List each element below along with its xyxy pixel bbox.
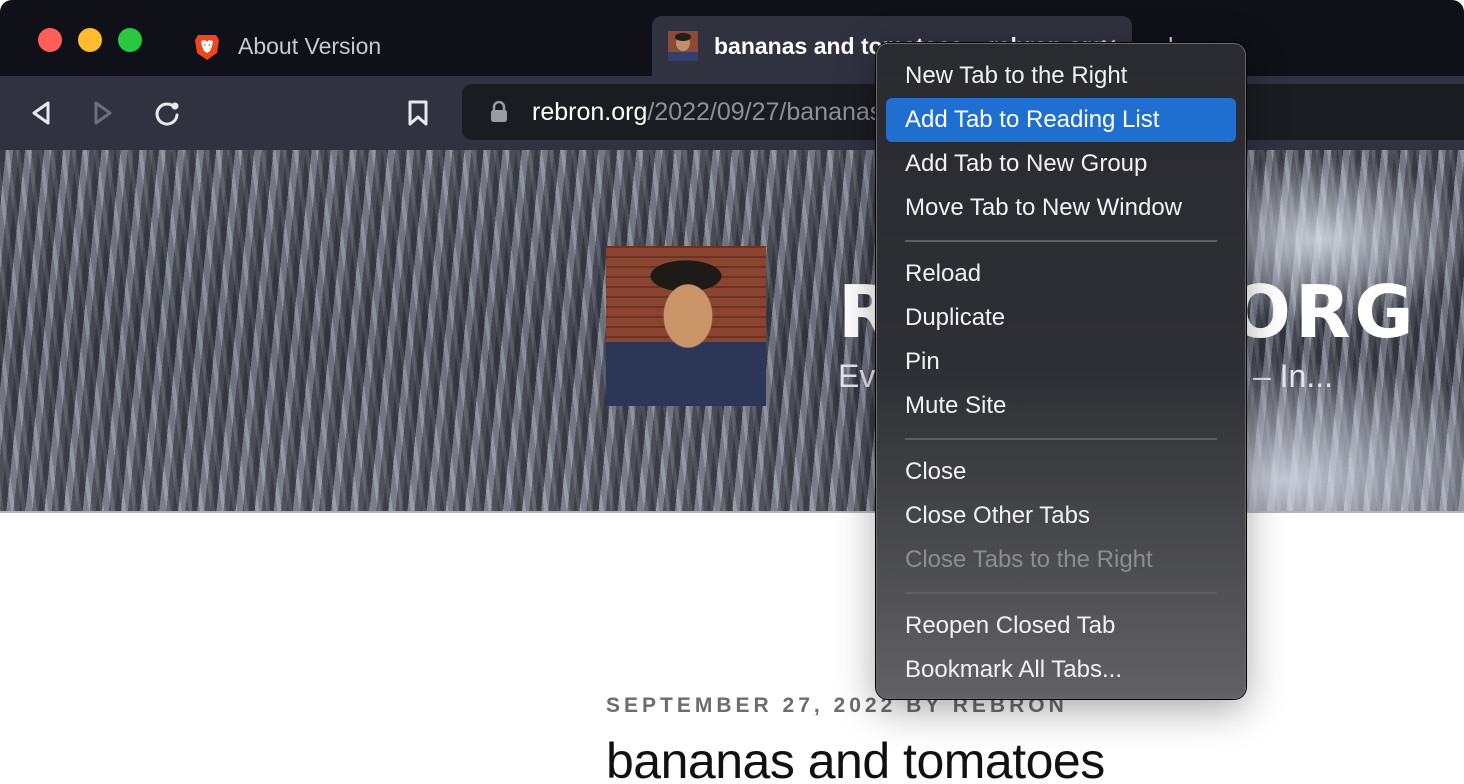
window-close-button[interactable] <box>38 28 62 52</box>
lock-icon[interactable] <box>490 101 508 123</box>
menu-item-add-tab-to-new-group[interactable]: Add Tab to New Group <box>886 142 1236 186</box>
menu-item-bookmark-all-tabs[interactable]: Bookmark All Tabs... <box>886 648 1236 692</box>
tab-title: About Version <box>238 32 382 59</box>
menu-item-mute-site[interactable]: Mute Site <box>886 384 1236 428</box>
menu-item-reopen-closed-tab[interactable]: Reopen Closed Tab <box>886 604 1236 648</box>
tab-about-version[interactable]: About Version <box>180 16 640 76</box>
site-avatar-photo[interactable] <box>606 246 766 406</box>
reload-icon <box>155 102 179 126</box>
bookmark-button[interactable] <box>401 96 435 130</box>
back-arrow-icon <box>32 101 50 125</box>
menu-item-pin[interactable]: Pin <box>886 340 1236 384</box>
tab-context-menu: New Tab to the Right Add Tab to Reading … <box>876 43 1246 699</box>
menu-separator <box>905 438 1217 440</box>
forward-arrow-icon <box>94 101 112 125</box>
menu-item-duplicate[interactable]: Duplicate <box>886 296 1236 340</box>
menu-item-reload[interactable]: Reload <box>886 252 1236 296</box>
menu-separator <box>905 240 1217 242</box>
avatar-photo-icon <box>668 31 698 61</box>
window-minimize-button[interactable] <box>78 28 102 52</box>
window-maximize-button[interactable] <box>118 28 142 52</box>
forward-button[interactable] <box>86 96 120 130</box>
menu-item-move-tab-to-new-window[interactable]: Move Tab to New Window <box>886 186 1236 230</box>
menu-item-close[interactable]: Close <box>886 450 1236 494</box>
back-button[interactable] <box>24 96 58 130</box>
post-title: bananas and tomatoes <box>606 733 1105 784</box>
menu-separator <box>905 592 1217 594</box>
reload-button[interactable] <box>150 96 184 130</box>
menu-item-close-other-tabs[interactable]: Close Other Tabs <box>886 494 1236 538</box>
bookmark-icon <box>408 100 428 126</box>
menu-item-new-tab-to-right[interactable]: New Tab to the Right <box>886 54 1236 98</box>
brave-lion-icon <box>195 35 219 60</box>
url-host: rebron.org <box>532 97 648 126</box>
menu-item-add-tab-to-reading-list[interactable]: Add Tab to Reading List <box>886 98 1236 142</box>
menu-item-close-tabs-to-right: Close Tabs to the Right <box>905 546 1153 573</box>
